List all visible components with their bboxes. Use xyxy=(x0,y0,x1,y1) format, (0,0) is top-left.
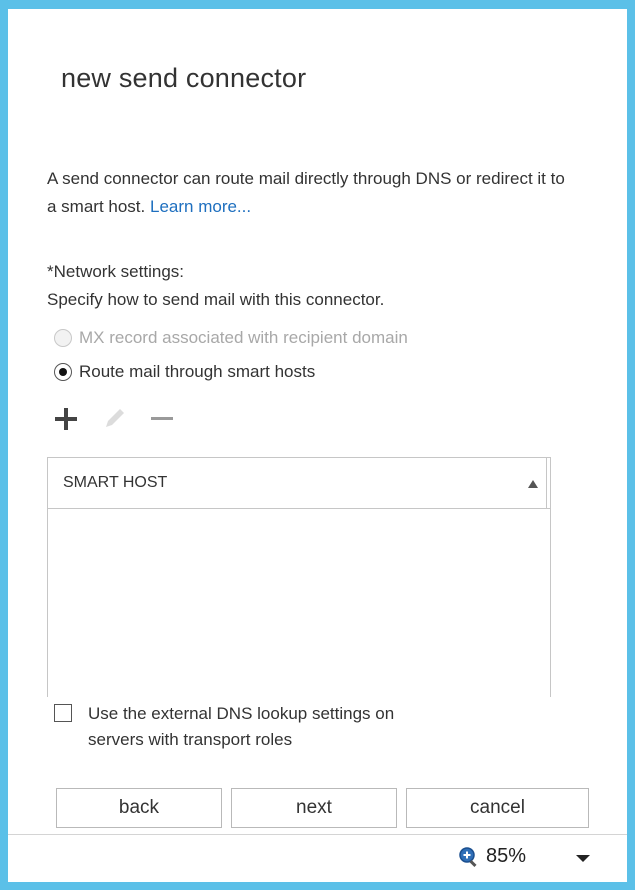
table-header[interactable]: SMART HOST xyxy=(48,458,550,509)
radio-smart-hosts[interactable]: Route mail through smart hosts xyxy=(54,362,315,382)
remove-icon[interactable] xyxy=(148,405,176,433)
cancel-button[interactable]: cancel xyxy=(406,788,589,828)
zoom-control[interactable]: 85% xyxy=(458,845,526,868)
add-icon[interactable] xyxy=(52,405,80,433)
sort-ascending-icon[interactable] xyxy=(528,480,538,488)
radio-mx-record[interactable]: MX record associated with recipient doma… xyxy=(54,328,408,348)
zoom-dropdown-icon[interactable] xyxy=(576,855,590,862)
dialog-window: new send connector A send connector can … xyxy=(0,0,635,890)
zoom-icon[interactable] xyxy=(458,846,480,868)
column-header-smart-host[interactable]: SMART HOST xyxy=(63,474,167,492)
edit-icon[interactable] xyxy=(100,405,128,433)
external-dns-label: Use the external DNS lookup settings on … xyxy=(88,701,394,753)
radio-button[interactable] xyxy=(54,363,72,381)
network-settings: *Network settings: Specify how to send m… xyxy=(47,258,384,314)
column-divider xyxy=(546,458,550,508)
back-button[interactable]: back xyxy=(56,788,222,828)
learn-more-link[interactable]: Learn more... xyxy=(150,197,251,216)
status-bar: 85% xyxy=(8,834,627,881)
smart-host-table: SMART HOST xyxy=(47,457,551,697)
zoom-level: 85% xyxy=(486,845,527,867)
external-dns-label-line1: Use the external DNS lookup settings on xyxy=(88,704,395,723)
radio-button[interactable] xyxy=(54,329,72,347)
intro-description: A send connector can route mail directly… xyxy=(47,169,565,216)
intro-text: A send connector can route mail directly… xyxy=(47,165,567,221)
external-dns-option[interactable]: Use the external DNS lookup settings on … xyxy=(54,701,394,753)
network-settings-label: *Network settings: xyxy=(47,262,184,281)
radio-label: MX record associated with recipient doma… xyxy=(79,328,408,347)
network-settings-description: Specify how to send mail with this conne… xyxy=(47,290,385,309)
button-bar: back next cancel xyxy=(56,788,589,828)
radio-label: Route mail through smart hosts xyxy=(79,362,316,381)
external-dns-label-line2: servers with transport roles xyxy=(88,730,293,749)
external-dns-checkbox[interactable] xyxy=(54,704,72,722)
page-title: new send connector xyxy=(61,63,307,93)
next-button[interactable]: next xyxy=(231,788,397,828)
smart-host-toolbar xyxy=(52,405,176,433)
